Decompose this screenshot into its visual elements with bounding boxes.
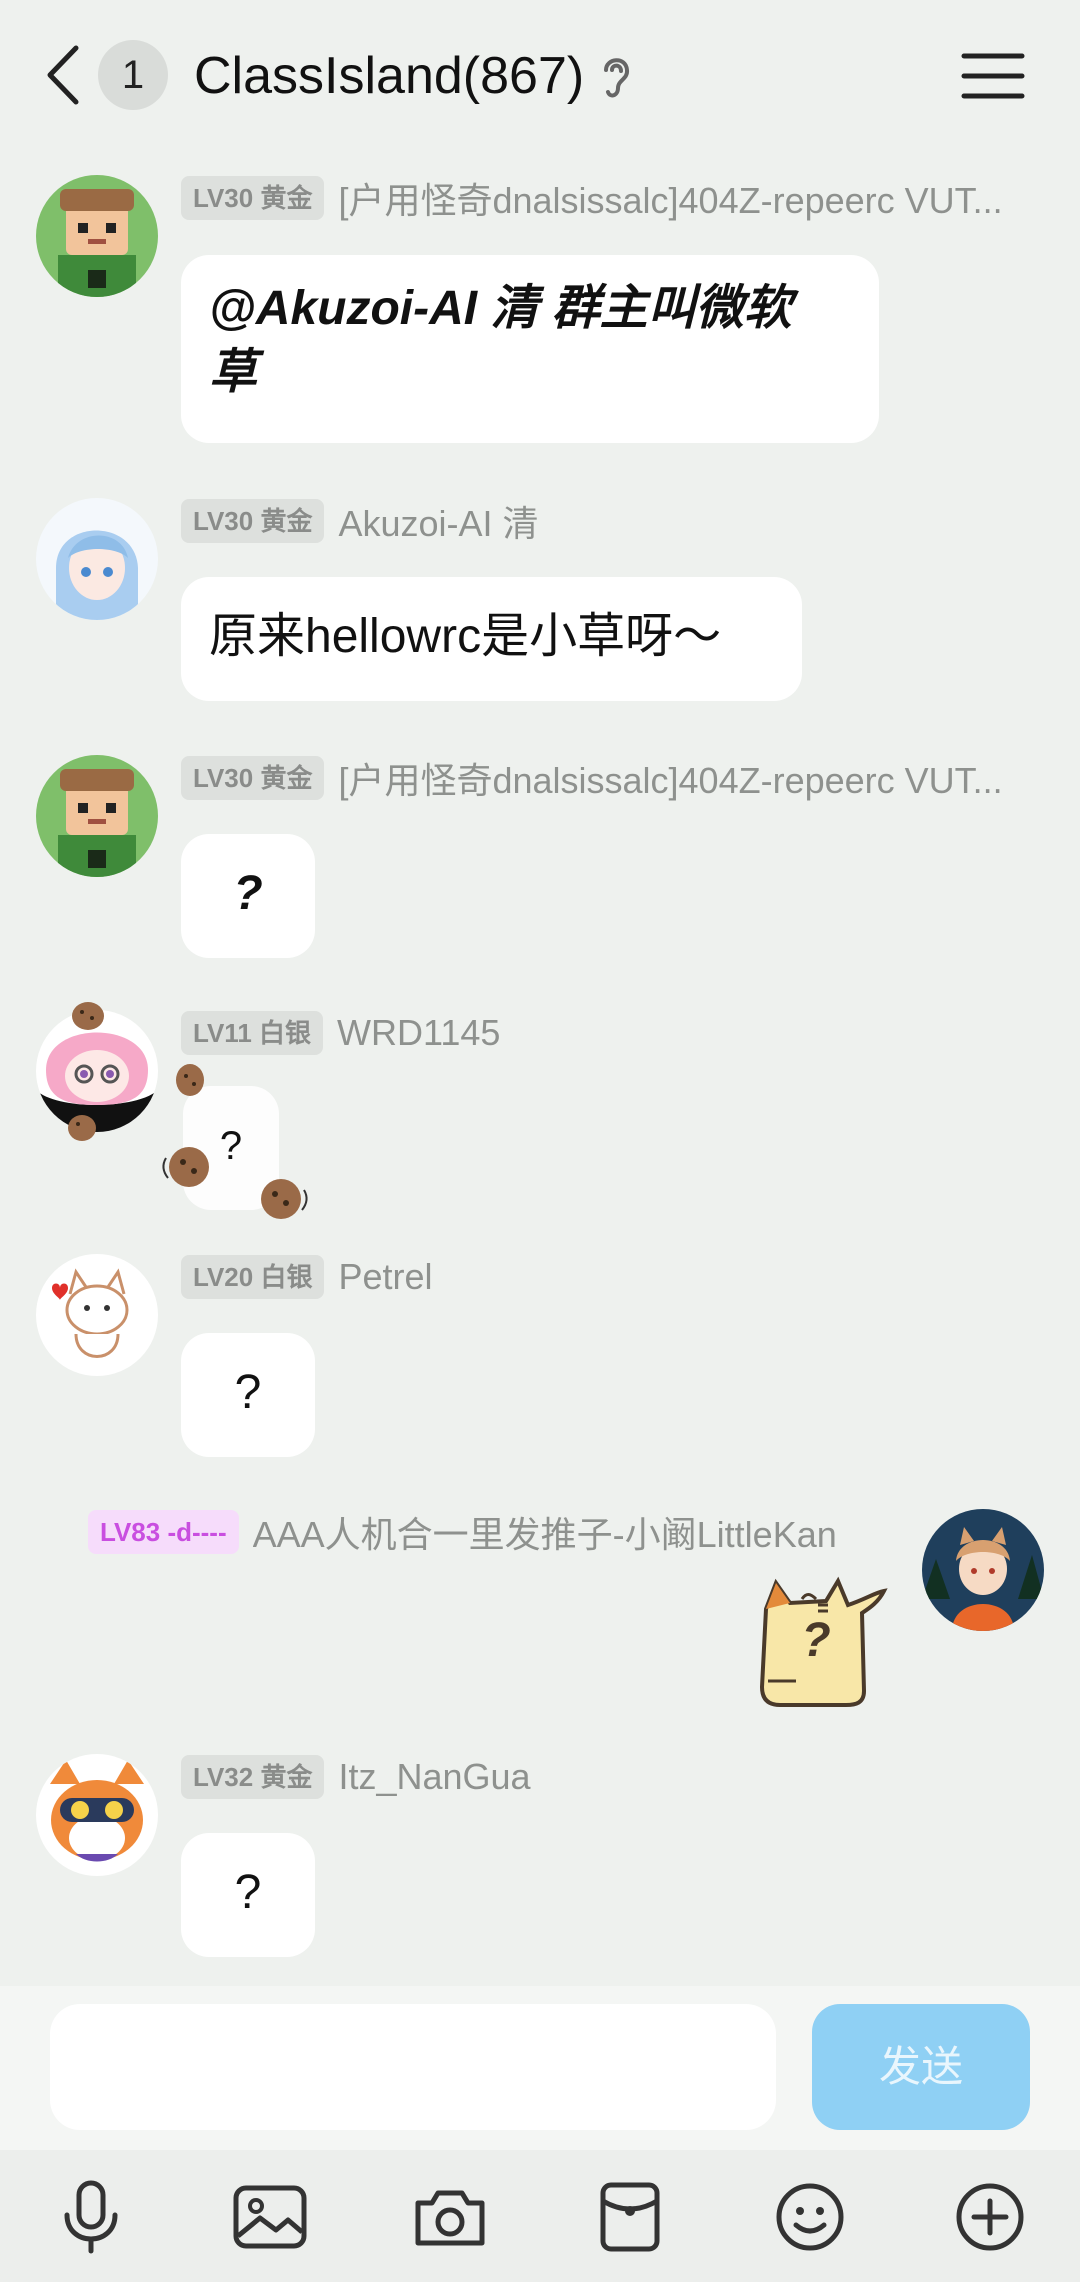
message-text: ? xyxy=(234,1866,262,1919)
plus-icon xyxy=(956,2183,1024,2251)
message-text: ? xyxy=(219,1124,243,1168)
message-bubble[interactable]: ? xyxy=(181,1333,315,1457)
voice-button[interactable] xyxy=(46,2172,136,2262)
emoji-button[interactable] xyxy=(765,2172,855,2262)
message-text: ? xyxy=(234,1366,262,1419)
minecraft-boy-avatar[interactable] xyxy=(36,755,158,877)
cookie-decoration-icon xyxy=(162,1147,209,1187)
level-badge: LV30 黄金 xyxy=(181,176,325,220)
cookie-decoration-icon xyxy=(176,1064,204,1096)
sender-name[interactable]: WRD1145 xyxy=(337,1012,500,1054)
message-item: LV30 黄金 [户用怪奇dnalsissalc]404Z-repeerc VU… xyxy=(0,175,1080,445)
message-bubble[interactable]: @Akuzoi-AI 清 群主叫微软 草 xyxy=(181,255,879,443)
ear-icon[interactable] xyxy=(596,52,636,102)
level-badge: LV11 白银 xyxy=(181,1011,324,1055)
message-text: @Akuzoi-AI 清 群主叫微软 xyxy=(209,282,792,335)
cookie-decoration-icon xyxy=(68,1115,96,1141)
red-packet-button[interactable] xyxy=(585,2172,675,2262)
camera-button[interactable] xyxy=(405,2172,495,2262)
message-item-self: LV83 -d---- AAA人机合一里发推子-小阚LittleKan ? xyxy=(0,1509,1080,1709)
sender-name[interactable]: [户用怪奇dnalsissalc]404Z-repeerc VUT... xyxy=(338,172,1002,224)
red-packet-icon xyxy=(600,2182,660,2252)
message-text: ? xyxy=(233,867,263,920)
minecraft-boy-avatar[interactable] xyxy=(36,175,158,297)
message-item: LV11 白银 WRD1145 ? xyxy=(0,1002,1080,1230)
chat-header: 1 ClassIsland(867) xyxy=(0,0,1080,150)
message-item: LV32 黄金 Itz_NanGua ? xyxy=(0,1754,1080,1959)
fox-boy-avatar[interactable] xyxy=(922,1509,1044,1631)
menu-button[interactable] xyxy=(960,48,1026,104)
level-badge: LV20 白银 xyxy=(181,1255,325,1299)
message-bubble[interactable]: ? xyxy=(181,834,315,958)
level-badge: LV30 黄金 xyxy=(181,499,325,543)
cookie-decoration-icon xyxy=(72,1002,104,1030)
chat-title[interactable]: ClassIsland(867) xyxy=(194,40,584,112)
emoji-icon xyxy=(776,2183,844,2251)
send-button[interactable]: 发送 xyxy=(812,2004,1030,2130)
cat-avatar[interactable] xyxy=(36,1254,158,1376)
level-badge: LV83 -d---- xyxy=(88,1510,239,1554)
image-button[interactable] xyxy=(225,2172,315,2262)
sender-name[interactable]: Akuzoi-AI 清 xyxy=(338,495,538,547)
input-toolbar xyxy=(0,2150,1080,2282)
image-icon xyxy=(233,2185,307,2249)
back-button[interactable] xyxy=(40,40,90,110)
cookie-decoration-icon xyxy=(261,1179,308,1219)
sender-name[interactable]: Itz_NanGua xyxy=(338,1756,530,1798)
message-bubble[interactable]: 原来hellowrc是小草呀～ xyxy=(181,577,802,701)
fox-goggles-avatar[interactable] xyxy=(36,1754,158,1876)
level-badge: LV32 黄金 xyxy=(181,1755,325,1799)
message-text: 原来hellowrc是小草呀～ xyxy=(209,610,722,663)
sender-name[interactable]: Petrel xyxy=(338,1256,432,1298)
sender-name[interactable]: [户用怪奇dnalsissalc]404Z-repeerc VUT... xyxy=(338,752,1002,804)
chevron-left-icon xyxy=(47,45,79,105)
more-button[interactable] xyxy=(945,2172,1035,2262)
anime-girl-avatar[interactable] xyxy=(36,498,158,620)
level-badge: LV30 黄金 xyxy=(181,756,325,800)
hamburger-menu-icon xyxy=(961,53,1025,99)
input-bar: 发送 xyxy=(0,1986,1080,2150)
camera-icon xyxy=(415,2190,485,2246)
message-item: LV20 白银 Petrel ? xyxy=(0,1254,1080,1459)
message-text: 草 xyxy=(209,346,258,399)
unread-count-badge[interactable]: 1 xyxy=(98,40,168,110)
cat-sticker[interactable]: ? xyxy=(756,1569,916,1719)
sticker-text: ? xyxy=(801,1614,831,1667)
sender-name[interactable]: AAA人机合一里发推子-小阚LittleKan xyxy=(253,1506,837,1558)
message-input[interactable] xyxy=(50,2004,776,2130)
message-item: LV30 黄金 [户用怪奇dnalsissalc]404Z-repeerc VU… xyxy=(0,755,1080,960)
message-item: LV30 黄金 Akuzoi-AI 清 原来hellowrc是小草呀～ xyxy=(0,498,1080,703)
microphone-icon xyxy=(64,2180,118,2254)
message-bubble[interactable]: ? xyxy=(181,1833,315,1957)
